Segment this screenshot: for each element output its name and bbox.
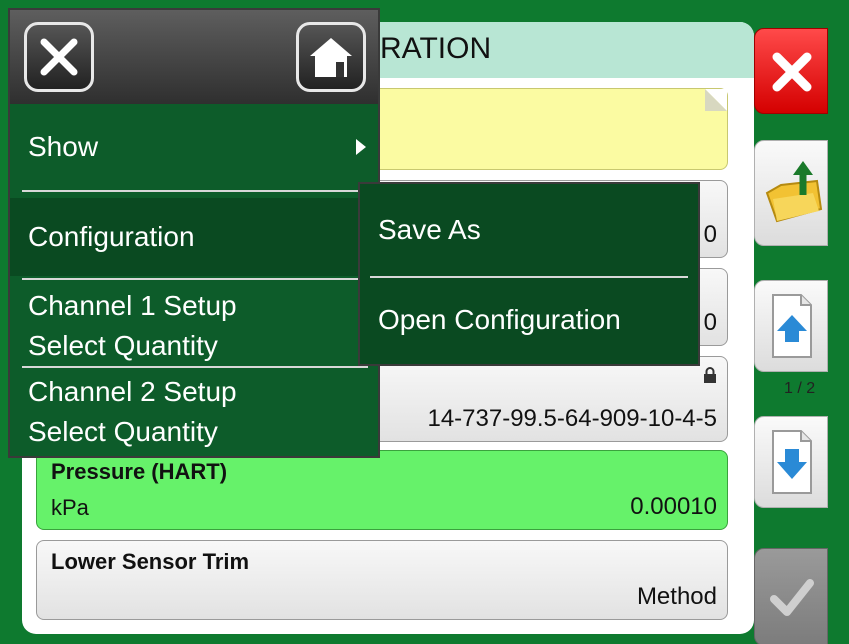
menu-item-label: Channel 1 Setup (28, 290, 237, 321)
lower-sensor-trim-field[interactable]: Lower Sensor Trim Method (36, 540, 728, 620)
menu-divider (22, 190, 368, 192)
open-folder-button[interactable] (754, 140, 828, 246)
field-title: Pressure (HART) (51, 459, 228, 484)
dropdown-menu: Show Configuration Channel 1 Setup Selec… (8, 8, 380, 458)
menu-item-label: Show (28, 131, 99, 162)
close-icon (772, 52, 812, 92)
menu-close-button[interactable] (24, 22, 94, 92)
field-unit: kPa (51, 495, 89, 520)
close-icon (40, 38, 78, 76)
folder-upload-icon (765, 161, 823, 223)
menu-item-channel2-setup[interactable]: Channel 2 Setup Select Quantity (10, 368, 378, 452)
menu-item-sublabel: Select Quantity (28, 416, 218, 447)
menu-item-label: Channel 2 Setup (28, 376, 237, 407)
side-toolbar (754, 22, 849, 644)
page-down-icon (772, 430, 812, 494)
lock-icon (704, 367, 716, 383)
close-button[interactable] (754, 28, 828, 114)
menu-divider (22, 278, 368, 280)
page-corner-icon (705, 89, 727, 111)
menu-header (10, 10, 378, 104)
menu-item-channel1-setup[interactable]: Channel 1 Setup Select Quantity (10, 282, 378, 366)
page-title: RATION (380, 32, 492, 65)
field-value: 0.00010 (630, 493, 717, 520)
field-value: 0 (703, 309, 717, 336)
page-down-button[interactable] (754, 416, 828, 508)
menu-item-label: Configuration (28, 221, 195, 252)
accept-button[interactable] (754, 548, 828, 644)
page-indicator: 1 / 2 (784, 380, 816, 397)
page-up-button[interactable] (754, 280, 828, 372)
menu-item-sublabel: Select Quantity (28, 330, 218, 361)
configuration-submenu: Save As Open Configuration (358, 182, 700, 366)
home-button[interactable] (296, 22, 366, 92)
submenu-divider (370, 276, 688, 278)
pressure-hart-field[interactable]: Pressure (HART) kPa 0.00010 (36, 450, 728, 530)
menu-item-show[interactable]: Show (10, 122, 378, 172)
field-value: Method (636, 583, 717, 610)
checkmark-icon (770, 579, 814, 616)
home-icon (310, 38, 352, 77)
field-value: 0 (703, 221, 717, 248)
submenu-item-open-configuration[interactable]: Open Configuration (378, 304, 621, 336)
chevron-right-icon (356, 139, 366, 155)
serial-value: 14-737-99.5-64-909-10-4-5 (427, 405, 717, 432)
submenu-item-save-as[interactable]: Save As (378, 214, 481, 246)
field-title: Lower Sensor Trim (51, 549, 250, 574)
menu-item-configuration[interactable]: Configuration (10, 198, 378, 276)
page-up-icon (772, 294, 812, 358)
